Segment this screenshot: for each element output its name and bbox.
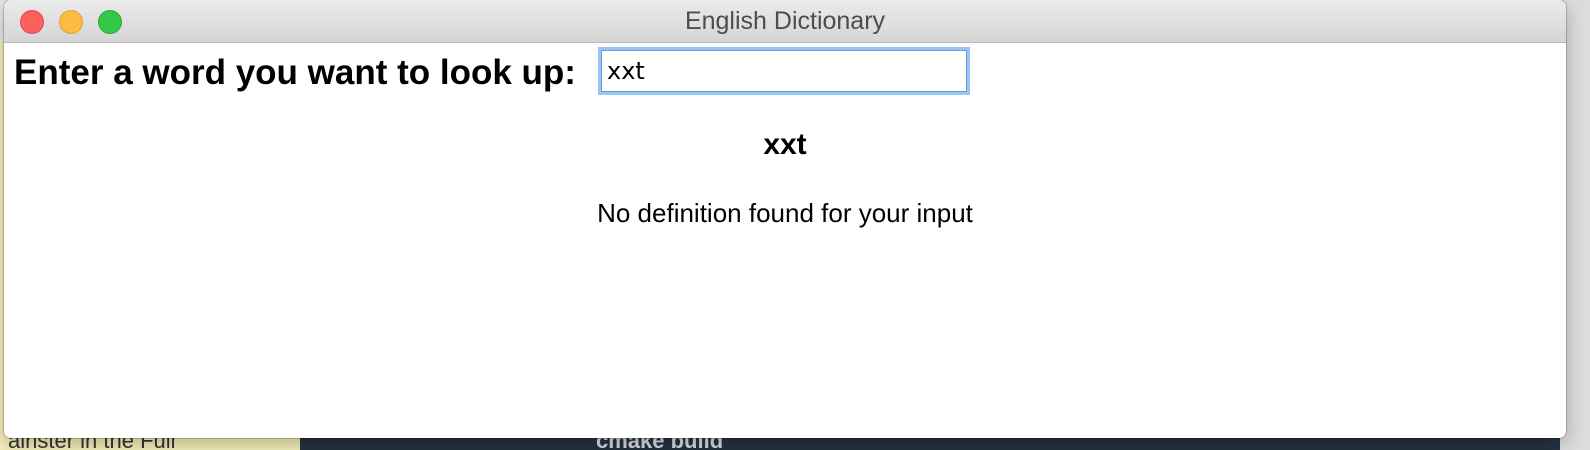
search-label: Enter a word you want to look up: xyxy=(14,53,576,92)
background-terminal xyxy=(300,438,1590,450)
main-content: Enter a word you want to look up: xxt No… xyxy=(4,43,1566,438)
title-bar[interactable]: English Dictionary xyxy=(4,0,1566,43)
word-input[interactable] xyxy=(598,47,970,95)
result-word: xxt xyxy=(763,128,807,161)
dictionary-window: English Dictionary Enter a word you want… xyxy=(4,0,1566,438)
result-message: No definition found for your input xyxy=(597,198,973,228)
window-title: English Dictionary xyxy=(684,7,886,35)
